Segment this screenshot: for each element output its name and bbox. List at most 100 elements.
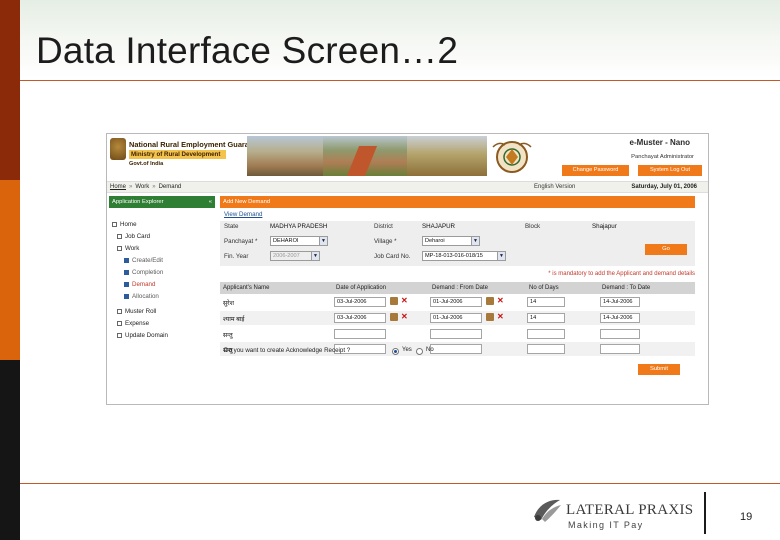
district-label: District	[374, 223, 393, 230]
company-tagline: Making IT Pay	[568, 520, 644, 530]
applicant-name: श्याम बाई	[223, 316, 245, 323]
clear-icon[interactable]: ✕	[497, 296, 504, 306]
column-header: Applicant's Name	[223, 285, 270, 291]
footer-vertical-divider	[704, 492, 706, 534]
no-of-days-input[interactable]: 14	[527, 313, 565, 323]
chevron-down-icon: ▼	[311, 252, 319, 260]
app-header: National Rural Employment Guarantee Act …	[107, 134, 708, 179]
no-of-days-input[interactable]: 14	[527, 297, 565, 307]
page-icon	[124, 293, 129, 299]
breadcrumb-demand: Demand	[158, 184, 182, 190]
language-switch[interactable]: English Version	[534, 182, 575, 193]
national-emblem-icon	[110, 138, 126, 160]
location-form: State MADHYA PRADESH District SHAJAPUR B…	[220, 221, 695, 266]
date-of-application-input[interactable]: 03-Jul-2006	[334, 297, 386, 307]
presentation-slide: Data Interface Screen…2 National Rural E…	[0, 0, 780, 540]
ministry-label: Ministry of Rural Development	[129, 150, 227, 159]
application-explorer: Application Explorer « Home Job Card Wor…	[107, 196, 215, 404]
table-row: सन्तु	[220, 327, 695, 341]
explorer-header: Application Explorer «	[109, 196, 215, 208]
column-header: No of Days	[529, 285, 559, 291]
table-header: Applicant's Name Date of Application Dem…	[220, 282, 695, 294]
govt-label: Govt.of India	[129, 161, 164, 167]
sidebar-item-create-edit[interactable]: Create/Edit	[124, 257, 163, 264]
submit-button[interactable]: Submit	[638, 364, 680, 375]
demand-to-input[interactable]: 14-Jul-2006	[600, 313, 640, 323]
no-of-days-input[interactable]	[527, 344, 565, 354]
header-photo-field	[247, 136, 323, 176]
sidebar-item-home[interactable]: Home	[112, 221, 137, 228]
panel-title: Add New Demand	[220, 196, 695, 208]
clear-icon[interactable]: ✕	[401, 296, 408, 306]
left-band-black	[0, 360, 20, 540]
breadcrumb-home[interactable]: Home	[110, 184, 126, 190]
chevron-down-icon: ▼	[497, 252, 505, 260]
calendar-icon[interactable]	[390, 297, 398, 305]
tree-node-icon	[112, 221, 117, 227]
sidebar-item-allocation[interactable]: Allocation	[124, 293, 159, 300]
sidebar-item-demand[interactable]: Demand	[124, 281, 155, 288]
tree-node-icon	[117, 320, 122, 326]
sidebar-item-completion[interactable]: Completion	[124, 269, 163, 276]
page-number: 19	[740, 511, 753, 523]
sidebar-item-expense[interactable]: Expense	[117, 320, 149, 327]
job-card-select[interactable]: MP-18-013-016-018/15 ▼	[422, 251, 506, 261]
view-demand-link[interactable]: View Demand	[224, 211, 262, 218]
state-value: MADHYA PRADESH	[270, 223, 328, 230]
go-button[interactable]: Go	[645, 244, 687, 255]
left-band-orange	[0, 180, 20, 360]
demand-from-input[interactable]	[430, 344, 482, 354]
sidebar-item-update-domain[interactable]: Update Domain	[117, 332, 168, 339]
product-name: e-Muster - Nano	[629, 138, 690, 147]
sidebar-item-job-card[interactable]: Job Card	[117, 233, 150, 240]
change-password-button[interactable]: Change Password	[562, 165, 629, 176]
demand-form-panel: Add New Demand View Demand State MADHYA …	[220, 196, 708, 404]
ack-yes-label: Yes	[402, 347, 412, 353]
title-divider	[20, 80, 780, 81]
panchayat-label: Panchayat *	[224, 238, 258, 245]
logout-button[interactable]: System Log Out	[638, 165, 702, 176]
app-screenshot: National Rural Employment Guarantee Act …	[106, 133, 709, 405]
table-row: श्याम बाई 03-Jul-2006 ✕ 01-Jul-2006 ✕ 14…	[220, 311, 695, 325]
village-label: Village *	[374, 238, 397, 245]
demand-from-input[interactable]	[430, 329, 482, 339]
date-of-application-input[interactable]: 03-Jul-2006	[334, 313, 386, 323]
village-select[interactable]: Deharoi ▼	[422, 236, 480, 246]
slide-title: Data Interface Screen…2	[36, 30, 459, 71]
ack-no-radio[interactable]	[416, 348, 423, 355]
no-of-days-input[interactable]	[527, 329, 565, 339]
column-header: Date of Application	[336, 285, 387, 291]
user-role: Panchayat Administrator	[631, 154, 694, 160]
ack-no-label: No	[426, 347, 434, 353]
tree-node-icon	[117, 332, 122, 338]
calendar-icon[interactable]	[390, 313, 398, 321]
calendar-icon[interactable]	[486, 313, 494, 321]
collapse-icon[interactable]: «	[209, 196, 212, 208]
column-header: Demand : From Date	[432, 285, 489, 291]
tree-node-icon	[117, 233, 122, 239]
clear-icon[interactable]: ✕	[401, 312, 408, 322]
page-icon	[124, 269, 129, 275]
demand-from-input[interactable]: 01-Jul-2006	[430, 313, 482, 323]
state-seal-icon	[492, 141, 532, 173]
ack-yes-radio[interactable]	[392, 348, 399, 355]
block-label: Block	[525, 223, 541, 230]
breadcrumb-bar: Home» Work» Demand English Version Saturda…	[107, 181, 708, 193]
panchayat-select[interactable]: DEHAROI ▼	[270, 236, 328, 246]
calendar-icon[interactable]	[486, 297, 494, 305]
demand-to-input[interactable]	[600, 344, 640, 354]
date-of-application-input[interactable]	[334, 329, 386, 339]
block-value: Shajapur	[592, 223, 617, 230]
page-icon	[124, 281, 129, 287]
left-band-dark	[0, 0, 20, 180]
sidebar-item-muster-roll[interactable]: Muster Roll	[117, 308, 156, 315]
sidebar-item-work[interactable]: Work	[117, 245, 139, 252]
breadcrumb-work: Work	[135, 184, 150, 190]
state-label: State	[224, 223, 239, 230]
demand-from-input[interactable]: 01-Jul-2006	[430, 297, 482, 307]
demand-to-input[interactable]	[600, 329, 640, 339]
clear-icon[interactable]: ✕	[497, 312, 504, 322]
district-value: SHAJAPUR	[422, 223, 456, 230]
fin-year-select[interactable]: 2006-2007 ▼	[270, 251, 320, 261]
demand-to-input[interactable]: 14-Jul-2006	[600, 297, 640, 307]
